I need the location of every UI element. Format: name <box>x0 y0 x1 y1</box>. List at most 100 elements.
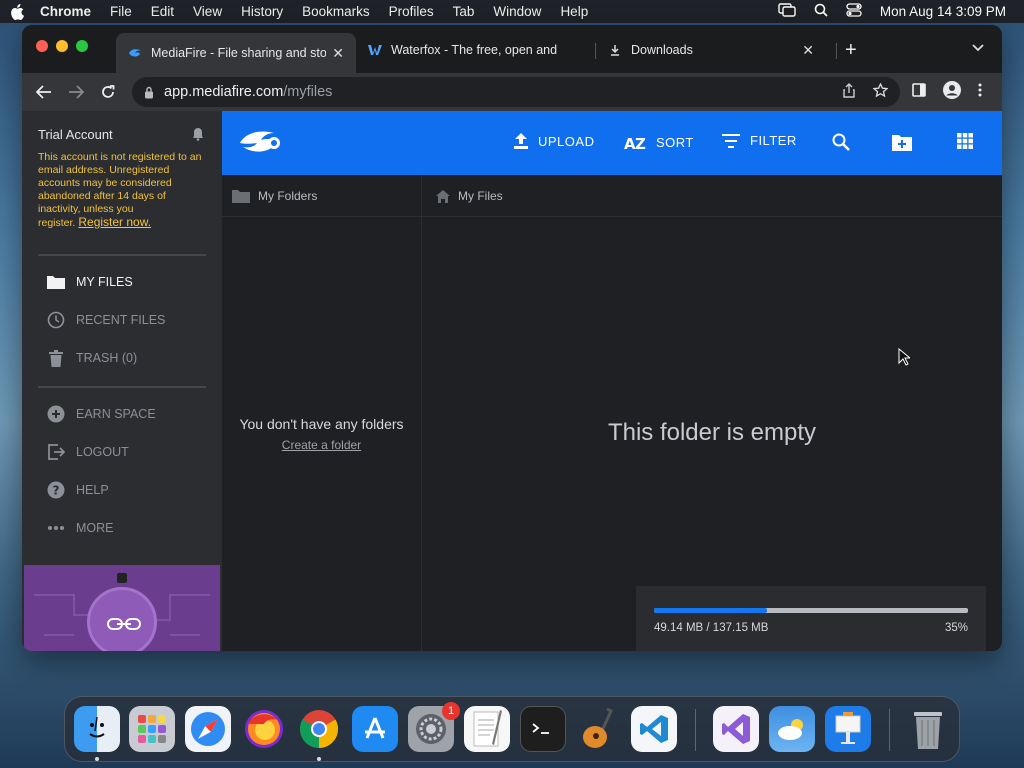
menu-view[interactable]: View <box>193 4 222 19</box>
waterfox-icon <box>368 43 382 57</box>
sidebar-item-trash[interactable]: TRASH (0) <box>46 347 137 369</box>
notification-badge: 1 <box>442 702 460 720</box>
promo-banner[interactable] <box>24 565 220 651</box>
side-panel-icon[interactable] <box>912 82 926 102</box>
chrome-running-dot <box>317 757 321 761</box>
no-folders-message: You don't have any folders <box>239 416 404 432</box>
breadcrumb-my-files[interactable]: My Files <box>458 189 503 203</box>
forward-arrow-icon[interactable] <box>62 78 90 106</box>
filter-button[interactable]: FILTER <box>722 133 797 148</box>
textedit-icon[interactable] <box>464 706 510 752</box>
url-host: app.mediafire.com <box>164 84 284 100</box>
mouse-cursor-icon <box>898 348 910 366</box>
tab-mediafire[interactable]: MediaFire - File sharing and storage ✕ <box>116 33 356 73</box>
spotlight-search-icon[interactable] <box>814 3 828 20</box>
storage-usage-panel: 49.14 MB / 137.15 MB 35% <box>636 586 986 651</box>
reload-icon[interactable] <box>94 78 122 106</box>
back-arrow-icon[interactable] <box>30 78 58 106</box>
more-icon <box>46 518 66 538</box>
menubar-clock[interactable]: Mon Aug 14 3:09 PM <box>880 4 1006 19</box>
sidebar-item-logout[interactable]: LOGOUT <box>46 441 129 463</box>
finder-running-dot <box>95 757 99 761</box>
account-warning: This account is not registered to an ema… <box>38 151 210 230</box>
launchpad-icon[interactable] <box>129 706 175 752</box>
plus-circle-icon <box>46 404 66 424</box>
close-window-button[interactable] <box>36 40 48 52</box>
terminal-icon[interactable] <box>520 706 566 752</box>
upload-button[interactable]: UPLOAD <box>514 133 594 149</box>
share-icon[interactable] <box>843 82 855 102</box>
sidebar-item-label: RECENT FILES <box>76 313 166 327</box>
menu-file[interactable]: File <box>110 4 132 19</box>
minimize-window-button[interactable] <box>56 40 68 52</box>
browser-window: MediaFire - File sharing and storage ✕ W… <box>22 25 1002 651</box>
menu-app-name[interactable]: Chrome <box>40 4 91 19</box>
upload-arrow-icon <box>514 133 528 149</box>
close-tab-icon[interactable]: ✕ <box>802 42 814 59</box>
browser-menu-kebab-icon[interactable] <box>978 83 982 102</box>
storage-used-text: 49.14 MB / 137.15 MB <box>654 622 769 634</box>
finder-icon[interactable] <box>74 706 120 752</box>
visual-studio-icon[interactable] <box>713 706 759 752</box>
tab-waterfox[interactable]: Waterfox - The free, open and private <box>356 33 596 67</box>
panel-divider <box>421 175 422 651</box>
bookmark-star-icon[interactable] <box>872 81 889 102</box>
filter-lines-icon <box>722 133 740 148</box>
grid-view-icon[interactable] <box>957 133 973 149</box>
control-center-icon[interactable] <box>846 3 862 20</box>
keynote-icon[interactable] <box>825 706 871 752</box>
tab-separator <box>836 43 837 59</box>
firefox-icon[interactable] <box>241 706 287 752</box>
menu-help[interactable]: Help <box>560 4 588 19</box>
create-folder-link[interactable]: Create a folder <box>222 438 421 452</box>
apple-icon[interactable] <box>10 3 24 20</box>
sidebar-item-more[interactable]: MORE <box>46 517 114 539</box>
action-bar: UPLOAD AZ SORT FILTER <box>222 111 1002 175</box>
menu-profiles[interactable]: Profiles <box>389 4 434 19</box>
trash-can-icon[interactable] <box>905 706 951 752</box>
zoom-window-button[interactable] <box>76 40 88 52</box>
sidebar-item-my-files[interactable]: MY FILES <box>46 271 133 293</box>
menu-history[interactable]: History <box>241 4 283 19</box>
link-icon <box>107 618 141 630</box>
chrome-icon[interactable] <box>296 706 342 752</box>
menu-edit[interactable]: Edit <box>151 4 174 19</box>
address-bar[interactable]: app.mediafire.com/myfiles <box>132 77 900 107</box>
new-tab-plus-icon[interactable]: + <box>845 39 857 62</box>
menu-window[interactable]: Window <box>493 4 541 19</box>
search-icon[interactable] <box>832 133 850 151</box>
tab-search-chevron-icon[interactable] <box>972 41 984 55</box>
lock-icon[interactable] <box>144 86 154 99</box>
new-folder-icon[interactable] <box>892 133 912 151</box>
sidebar-item-earn-space[interactable]: EARN SPACE <box>46 403 156 425</box>
mediafire-logo[interactable] <box>238 129 284 157</box>
svg-text:?: ? <box>53 484 60 498</box>
sidebar-divider <box>38 254 206 256</box>
close-tab-icon[interactable]: ✕ <box>332 45 344 62</box>
tab-downloads[interactable]: Downloads ✕ <box>596 33 826 67</box>
weather-icon[interactable] <box>769 706 815 752</box>
register-now-link[interactable]: Register now. <box>78 215 151 229</box>
dock-separator <box>695 709 696 751</box>
sidebar-item-help[interactable]: ? HELP <box>46 479 109 501</box>
sort-label: SORT <box>656 134 694 150</box>
storage-progress-bar <box>654 608 968 613</box>
breadcrumb[interactable]: My Files <box>436 189 503 203</box>
screen-mirroring-icon[interactable] <box>778 3 796 20</box>
vscode-icon[interactable] <box>631 706 677 752</box>
my-folders-header[interactable]: My Folders <box>232 189 317 203</box>
sort-button[interactable]: AZ SORT <box>624 133 694 152</box>
sidebar-item-recent-files[interactable]: RECENT FILES <box>46 309 165 331</box>
garageband-icon[interactable] <box>576 706 622 752</box>
safari-icon[interactable] <box>185 706 231 752</box>
svg-text:Z: Z <box>635 135 646 151</box>
menu-tab[interactable]: Tab <box>453 4 475 19</box>
sidebar-item-label: LOGOUT <box>76 445 129 459</box>
menu-bookmarks[interactable]: Bookmarks <box>302 4 370 19</box>
profile-avatar-icon[interactable] <box>942 80 962 105</box>
app-store-icon[interactable] <box>352 706 398 752</box>
bell-icon[interactable] <box>192 127 204 146</box>
storage-percent: 35% <box>944 622 968 634</box>
sidebar-divider <box>38 386 206 388</box>
download-icon <box>608 43 622 57</box>
